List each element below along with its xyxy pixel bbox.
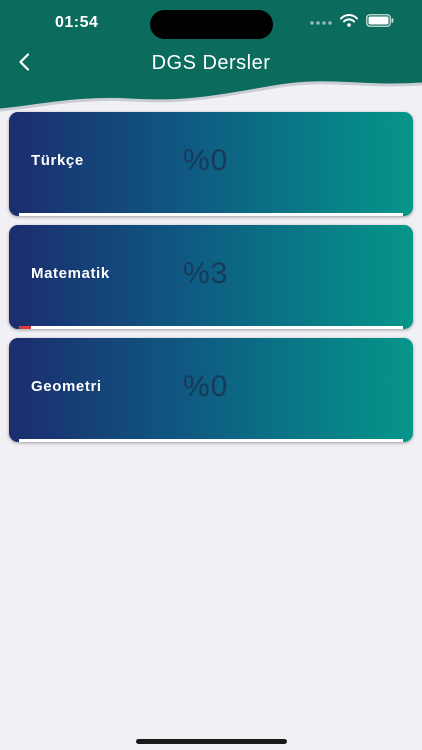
course-percent: %0	[183, 144, 229, 177]
wifi-icon	[340, 14, 358, 32]
course-card-geometri[interactable]: Geometri %0	[9, 338, 413, 442]
progress-fill	[19, 326, 31, 329]
home-indicator	[136, 739, 287, 744]
progress-bar	[19, 213, 403, 216]
page-title: DGS Dersler	[151, 52, 271, 74]
course-name: Türkçe	[31, 152, 84, 169]
course-card-matematik[interactable]: Matematik %3	[9, 225, 413, 329]
app-header: 01:54 DGS Dersler	[0, 0, 422, 112]
battery-icon	[366, 14, 394, 32]
signal-icon	[310, 14, 332, 32]
course-percent: %3	[183, 257, 229, 290]
course-percent: %0	[183, 370, 229, 403]
course-name: Matematik	[31, 265, 110, 282]
course-card-turkce[interactable]: Türkçe %0	[9, 112, 413, 216]
status-time: 01:54	[55, 14, 99, 31]
course-list: Türkçe %0 Matematik %3 Geometri %0	[9, 112, 413, 451]
dynamic-island	[150, 10, 273, 39]
progress-bar	[19, 326, 403, 329]
progress-bar	[19, 439, 403, 442]
status-bar: 01:54	[0, 0, 422, 46]
navigation-bar: DGS Dersler	[0, 46, 422, 86]
status-icons	[310, 14, 394, 32]
course-name: Geometri	[31, 378, 102, 395]
